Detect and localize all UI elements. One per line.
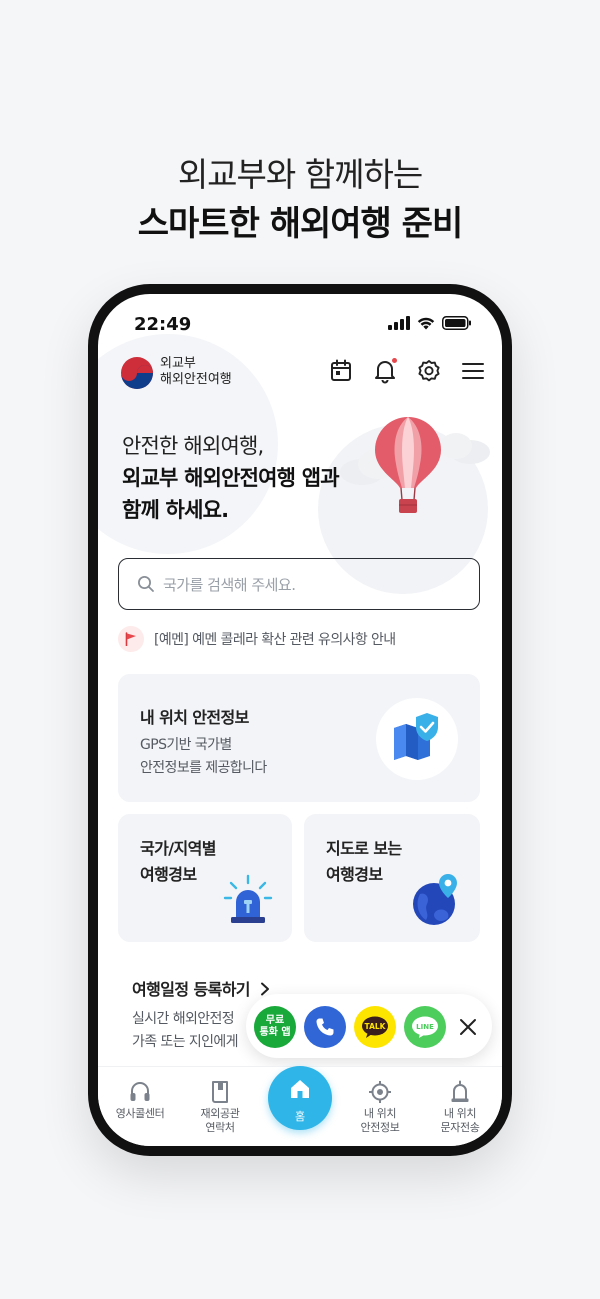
- logo-line-2: 해외안전여행: [160, 372, 232, 387]
- hero-line-2: 외교부 해외안전여행 앱과: [122, 466, 340, 490]
- phone-icon: [316, 1018, 334, 1036]
- line-messenger-button[interactable]: LINE: [404, 1006, 446, 1048]
- nav-home-label: 홈: [294, 1110, 306, 1123]
- close-icon: [460, 1019, 476, 1035]
- line-label: LINE: [416, 1023, 434, 1031]
- signal-icon: [388, 316, 410, 330]
- notice-flag-badge: [118, 626, 144, 652]
- kakaotalk-button[interactable]: TALK: [354, 1006, 396, 1048]
- country-travel-alert-card[interactable]: 국가/지역별 여행경보: [118, 814, 292, 942]
- card-title-line-1: 국가/지역별: [140, 839, 216, 858]
- nav-label-line-2: 문자전송: [440, 1121, 480, 1134]
- nav-my-location-safety[interactable]: 내 위치 안전정보: [340, 1077, 420, 1135]
- card-title-line-2: 여행경보: [140, 865, 197, 884]
- free-call-line-1: 무료: [265, 1015, 285, 1026]
- nav-label-line-1: 재외공관: [200, 1107, 240, 1120]
- search-placeholder: 국가를 검색해 주세요.: [163, 575, 296, 594]
- app-header: 외교부 해외안전여행: [98, 350, 502, 398]
- app-logo-text: 외교부 해외안전여행: [160, 356, 232, 388]
- country-search-input[interactable]: 국가를 검색해 주세요.: [118, 558, 480, 610]
- free-call-app-button[interactable]: 무료 통화 앱: [254, 1006, 296, 1048]
- close-floating-bar-button[interactable]: [448, 1006, 488, 1048]
- calendar-icon: [331, 359, 351, 381]
- card-title-line-1: 지도로 보는: [326, 839, 402, 858]
- taegeuk-logo-icon: [121, 357, 153, 389]
- kakaotalk-icon: TALK: [362, 1016, 388, 1038]
- hot-air-balloon-illustration: [340, 417, 490, 513]
- nav-label-line-1: 내 위치: [443, 1107, 477, 1120]
- crosshair-icon: [369, 1081, 391, 1103]
- card-title-line-2: 여행경보: [326, 865, 383, 884]
- app-screen: 22:49 외교부 해외안전여행 안전한 해외여행, 외교부 해외안전여행 앱과…: [98, 294, 502, 1146]
- globe-pin-icon: [413, 874, 457, 925]
- line-icon: LINE: [412, 1016, 438, 1038]
- notice-banner[interactable]: [예멘] 예멘 콜레라 확산 관련 유의사항 안내: [118, 626, 396, 652]
- nav-label-line-2: 연락처: [205, 1121, 235, 1134]
- promo-line-2: 스마트한 해외여행 준비: [137, 204, 463, 244]
- gear-icon: [418, 360, 440, 382]
- nav-embassy-contacts[interactable]: 재외공관 연락처: [180, 1077, 260, 1135]
- hamburger-menu-icon: [462, 363, 484, 379]
- status-time: 22:49: [134, 314, 192, 335]
- map-travel-alert-card[interactable]: 지도로 보는 여행경보: [304, 814, 480, 942]
- card-title: 국가/지역별 여행경보: [140, 836, 216, 888]
- schedule-desc-line-1: 실시간 해외안전정: [132, 1011, 235, 1027]
- menu-button[interactable]: [460, 358, 486, 384]
- bottom-navigation: 영사콜센터 재외공관 연락처 홈 내 위치 안전정보 내 위치 문자전송: [98, 1066, 502, 1146]
- status-bar: 22:49: [98, 294, 502, 344]
- schedule-desc-line-2: 가족 또는 지인에게: [132, 1034, 239, 1050]
- hero-line-1: 안전한 해외여행,: [122, 434, 264, 458]
- battery-icon: [442, 316, 471, 330]
- notification-dot: [392, 358, 397, 363]
- flag-icon: [125, 632, 136, 646]
- card-description: GPS기반 국가별 안전정보를 제공합니다: [140, 734, 267, 780]
- header-actions: [328, 358, 486, 384]
- nav-label: 영사콜센터: [115, 1107, 165, 1120]
- nav-my-location-sms[interactable]: 내 위치 문자전송: [420, 1077, 500, 1135]
- hero-text: 안전한 해외여행, 외교부 해외안전여행 앱과 함께 하세요.: [122, 430, 340, 526]
- card-desc-line-1: GPS기반 국가별: [140, 737, 232, 753]
- nav-label-line-1: 내 위치: [363, 1107, 397, 1120]
- free-call-line-2: 통화 앱: [259, 1027, 291, 1038]
- hero-line-3: 함께 하세요.: [122, 498, 229, 522]
- free-call-label: 무료 통화 앱: [259, 1015, 290, 1039]
- promo-line-1: 외교부와 함께하는: [177, 155, 423, 194]
- headset-icon: [130, 1082, 150, 1101]
- book-icon: [212, 1081, 228, 1103]
- siren-icon: [223, 874, 273, 923]
- nav-home-button[interactable]: 홈: [268, 1066, 332, 1130]
- home-icon: [291, 1080, 309, 1098]
- floating-call-bar: 무료 통화 앱 TALK LINE: [246, 994, 492, 1058]
- schedule-description: 실시간 해외안전정 가족 또는 지인에게: [132, 1008, 239, 1054]
- schedule-register-link[interactable]: 여행일정 등록하기: [132, 976, 271, 1000]
- my-location-safety-card[interactable]: 내 위치 안전정보 GPS기반 국가별 안전정보를 제공합니다: [118, 674, 480, 802]
- logo-line-1: 외교부: [160, 356, 196, 371]
- kakaotalk-label: TALK: [365, 1022, 387, 1031]
- card-title: 지도로 보는 여행경보: [326, 836, 402, 888]
- search-icon: [138, 576, 154, 592]
- nav-consulate-call-center[interactable]: 영사콜센터: [100, 1077, 180, 1121]
- calendar-button[interactable]: [328, 358, 354, 384]
- phone-frame: 22:49 외교부 해외안전여행 안전한 해외여행, 외교부 해외안전여행 앱과…: [88, 284, 512, 1156]
- status-icons: [388, 316, 472, 330]
- chevron-right-icon: [260, 982, 269, 996]
- alarm-bell-icon: [451, 1080, 469, 1102]
- card-desc-line-2: 안전정보를 제공합니다: [140, 760, 267, 776]
- nav-label-line-2: 안전정보: [360, 1121, 400, 1134]
- map-shield-icon: [394, 713, 438, 760]
- notification-button[interactable]: [372, 358, 398, 384]
- settings-button[interactable]: [416, 358, 442, 384]
- wifi-icon: [417, 317, 435, 330]
- notice-text: [예멘] 예멘 콜레라 확산 관련 유의사항 안내: [154, 632, 396, 648]
- map-shield-badge: [376, 698, 458, 780]
- schedule-title: 여행일정 등록하기: [132, 980, 251, 999]
- phone-call-button[interactable]: [304, 1006, 346, 1048]
- card-title: 내 위치 안전정보: [140, 708, 249, 727]
